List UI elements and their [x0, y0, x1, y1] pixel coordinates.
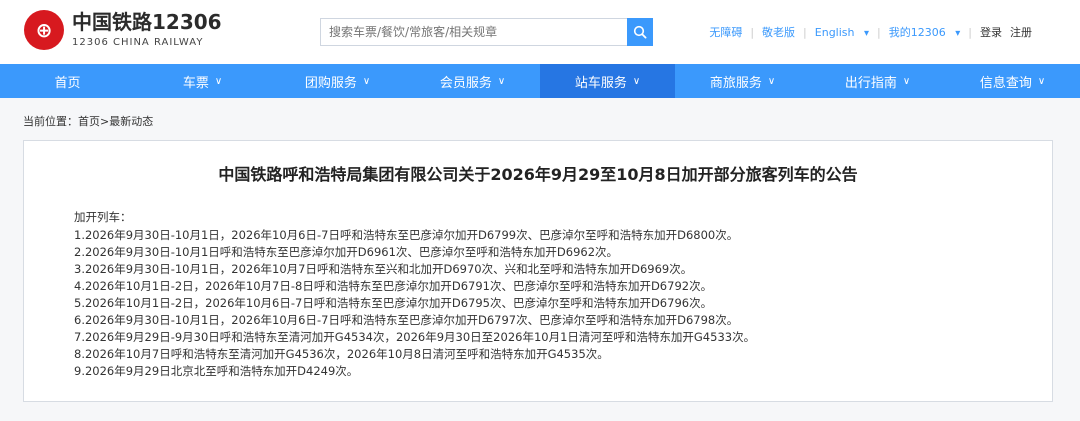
nav-item-label: 信息查询	[979, 75, 1032, 91]
chevron-down-icon: ∨	[767, 75, 776, 87]
list-item: 8.2026年10月7日呼和浩特东至清河加开G4536次，2026年10月8日清…	[74, 347, 609, 361]
breadcrumb: 当前位置：首页>最新动态	[23, 115, 154, 128]
railway-logo-icon: ⊕	[24, 10, 64, 50]
nav-item-label: 车票	[182, 75, 209, 91]
nav-item-tickets[interactable]: 车票 ∨	[135, 64, 270, 98]
chevron-down-icon: ∨	[632, 75, 641, 87]
list-item: 2.2026年9月30日-10月1日呼和浩特东至巴彦淖尔加开D6961次、巴彦淖…	[74, 245, 619, 259]
search-bar	[320, 18, 653, 46]
my12306-menu[interactable]: 我的12306 ▾	[889, 24, 961, 40]
language-select[interactable]: English ▾	[815, 26, 869, 39]
logo-title-cn: 中国铁路12306	[72, 10, 222, 34]
list-item: 7.2026年9月29日-9月30日呼和浩特东至清河加开G4534次，2026年…	[74, 330, 756, 344]
login-link[interactable]: 登录	[980, 24, 1002, 40]
notice-list: 1.2026年9月30日-10月1日，2026年10月6日-7日呼和浩特东至巴彦…	[74, 227, 1002, 380]
nav-item-group-services[interactable]: 团购服务 ∨	[270, 64, 405, 98]
nav-item-travel-guide[interactable]: 出行指南 ∨	[810, 64, 945, 98]
logo[interactable]: ⊕ 中国铁路12306 12306 CHINA RAILWAY	[24, 10, 222, 50]
notice-title: 中国铁路呼和浩特局集团有限公司关于2026年9月29至10月8日加开部分旅客列车…	[218, 165, 858, 184]
list-item: 1.2026年9月30日-10月1日，2026年10月6日-7日呼和浩特东至巴彦…	[74, 228, 739, 242]
nav-item-label: 站车服务	[574, 75, 627, 91]
chevron-down-icon: ▾	[864, 27, 870, 39]
search-icon	[633, 25, 647, 39]
notice-intro: 加开列车：	[74, 210, 132, 224]
list-item: 5.2026年10月1日-2日，2026年10月6日-7日呼和浩特东至巴彦淖尔加…	[74, 296, 713, 310]
divider: |	[877, 25, 881, 39]
list-item: 3.2026年9月30日-10月1日，2026年10月7日呼和浩特东至兴和北加开…	[74, 262, 693, 276]
notice-panel: 中国铁路呼和浩特局集团有限公司关于2026年9月29至10月8日加开部分旅客列车…	[23, 140, 1053, 402]
chevron-down-icon: ∨	[362, 75, 371, 87]
language-label: English	[814, 25, 855, 39]
nav-item-label: 商旅服务	[709, 75, 762, 91]
nav-item-label: 出行指南	[844, 75, 897, 91]
register-link[interactable]: 注册	[1010, 24, 1032, 40]
nav-item-home[interactable]: 首页	[0, 64, 135, 98]
elderly-mode-link[interactable]: 敬老版	[762, 24, 795, 40]
nav-item-member-services[interactable]: 会员服务 ∨	[405, 64, 540, 98]
my12306-label: 我的12306	[888, 26, 946, 39]
divider: |	[803, 25, 807, 39]
top-links: 无障碍 | 敬老版 | English ▾ | 我的12306 ▾ | 登录 注…	[701, 24, 1040, 40]
chevron-down-icon: ∨	[1037, 75, 1046, 87]
search-input[interactable]	[320, 18, 627, 46]
nav-item-label: 首页	[54, 75, 81, 91]
list-item: 6.2026年9月30日-10月1日，2026年10月6日-7日呼和浩特东至巴彦…	[74, 313, 739, 327]
logo-title-en: 12306 CHINA RAILWAY	[72, 37, 204, 48]
accessibility-link[interactable]: 无障碍	[709, 24, 742, 40]
search-button[interactable]	[627, 18, 653, 46]
site-header: ⊕ 中国铁路12306 12306 CHINA RAILWAY 无障碍 | 敬老…	[0, 0, 1080, 64]
chevron-down-icon: ∨	[902, 75, 911, 87]
nav-item-station-services[interactable]: 站车服务 ∨	[540, 64, 675, 98]
nav-item-label: 团购服务	[304, 75, 357, 91]
main-nav: 首页 车票 ∨ 团购服务 ∨ 会员服务 ∨ 站车服务 ∨ 商旅服务 ∨ 出行指南 ∨ 信息查…	[0, 64, 1080, 98]
chevron-down-icon: ▾	[955, 28, 961, 39]
nav-item-business-travel[interactable]: 商旅服务 ∨	[675, 64, 810, 98]
divider: |	[968, 25, 972, 39]
nav-item-info-query[interactable]: 信息查询 ∨	[945, 64, 1080, 98]
divider: |	[750, 25, 755, 39]
list-item: 9.2026年9月29日北京北至呼和浩特东加开D4249次。	[74, 364, 359, 378]
chevron-down-icon: ∨	[214, 75, 223, 87]
list-item: 4.2026年10月1日-2日，2026年10月7日-8日呼和浩特东至巴彦淖尔加…	[74, 279, 713, 293]
chevron-down-icon: ∨	[497, 75, 506, 87]
nav-item-label: 会员服务	[439, 75, 492, 91]
